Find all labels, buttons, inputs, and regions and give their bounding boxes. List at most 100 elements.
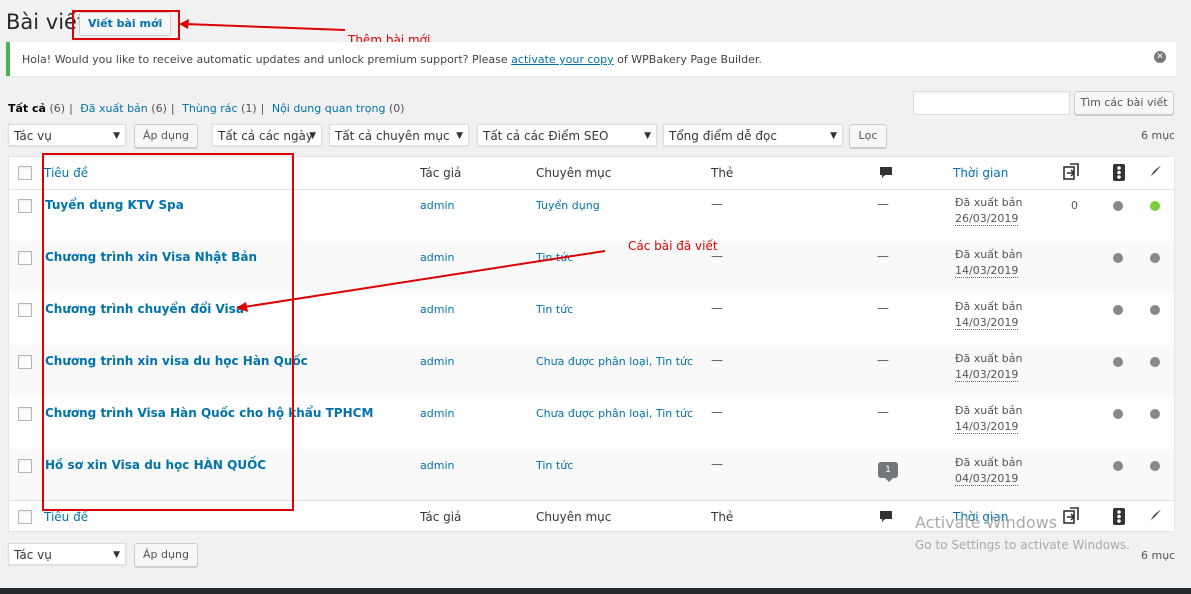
post-status: Đã xuất bản: [955, 300, 1023, 313]
post-categories-link[interactable]: Tin tức: [536, 459, 573, 472]
row-checkbox[interactable]: [18, 251, 32, 265]
filter-cornerstone-link[interactable]: Nội dung quan trọng: [272, 102, 386, 115]
filter-cornerstone-count: (0): [388, 102, 405, 115]
post-date: Đã xuất bản 14/03/2019: [955, 299, 1023, 331]
column-categories-header: Chuyên mục: [536, 166, 612, 180]
post-tags: —: [711, 301, 723, 315]
row-checkbox[interactable]: [18, 303, 32, 317]
chevron-down-icon: ▼: [830, 131, 837, 141]
column-tags-footer: Thẻ: [711, 510, 734, 524]
seo-score-dot: [1113, 201, 1123, 211]
post-author-link[interactable]: admin: [420, 407, 454, 420]
post-date: Đã xuất bản 26/03/2019: [955, 195, 1023, 227]
internal-links-icon: [1063, 507, 1079, 524]
select-all-checkbox-bottom[interactable]: [18, 510, 32, 524]
column-categories-footer: Chuyên mục: [536, 510, 612, 524]
bulk-action-select-bottom[interactable]: Tác vụ ▼: [8, 543, 126, 565]
row-checkbox[interactable]: [18, 355, 32, 369]
seo-filter-select[interactable]: Tất cả các Điểm SEO ▼: [477, 124, 657, 146]
bulk-action-select-top[interactable]: Tác vụ ▼: [8, 124, 126, 146]
comment-count-bubble[interactable]: 1: [878, 462, 898, 482]
seo-score-dot: [1113, 305, 1123, 315]
post-author-link[interactable]: admin: [420, 355, 454, 368]
post-status: Đã xuất bản: [955, 352, 1023, 365]
annotation-add-new-box: [72, 10, 180, 40]
post-categories-link[interactable]: Chưa được phân loại, Tin tức: [536, 407, 693, 420]
category-filter-select[interactable]: Tất cả chuyên mục ▼: [329, 124, 469, 146]
apply-button-bottom[interactable]: Áp dụng: [134, 543, 198, 567]
post-date-value: 14/03/2019: [955, 264, 1019, 278]
dismiss-notice-icon[interactable]: ✕: [1154, 51, 1166, 63]
post-status: Đã xuất bản: [955, 248, 1023, 261]
taskbar-strip: [0, 588, 1191, 594]
seo-traffic-light-icon: [1113, 164, 1125, 181]
bulk-action-value-bottom: Tác vụ: [14, 548, 52, 562]
post-status: Đã xuất bản: [955, 404, 1023, 417]
notice-text: Hola! Would you like to receive automati…: [22, 53, 762, 66]
seo-score-dot: [1113, 461, 1123, 471]
apply-button-top[interactable]: Áp dụng: [134, 124, 198, 148]
filter-trash-link[interactable]: Thùng rác: [182, 102, 237, 115]
chevron-down-icon: ▼: [113, 131, 120, 141]
post-categories-link[interactable]: Tuyển dụng: [536, 199, 600, 212]
chevron-down-icon: ▼: [644, 131, 651, 141]
row-checkbox[interactable]: [18, 407, 32, 421]
activate-copy-link[interactable]: activate your copy: [511, 53, 614, 66]
row-checkbox[interactable]: [18, 199, 32, 213]
readability-filter-value: Tổng điểm dễ đọc: [669, 129, 777, 143]
column-title-footer[interactable]: Tiêu đề: [44, 510, 88, 524]
post-author-link[interactable]: admin: [420, 199, 454, 212]
filter-button[interactable]: Lọc: [849, 124, 887, 148]
date-filter-select[interactable]: Tất cả các ngày ▼: [212, 124, 322, 146]
post-categories-link[interactable]: Chưa được phân loại, Tin tức: [536, 355, 693, 368]
date-filter-value: Tất cả các ngày: [218, 129, 314, 143]
select-all-checkbox[interactable]: [18, 166, 32, 180]
readability-filter-select[interactable]: Tổng điểm dễ đọc ▼: [663, 124, 843, 146]
row-checkbox[interactable]: [18, 459, 32, 473]
annotation-posts-box: [42, 153, 294, 511]
post-comments: —: [877, 301, 889, 315]
post-date: Đã xuất bản 14/03/2019: [955, 351, 1023, 383]
annotation-posts-label: Các bài đã viết: [628, 239, 718, 253]
post-comments: —: [877, 197, 889, 211]
post-comments: —: [877, 405, 889, 419]
post-status: Đã xuất bản: [955, 196, 1023, 209]
readability-score-dot: [1150, 201, 1160, 211]
post-author-link[interactable]: admin: [420, 459, 454, 472]
seo-score-dot: [1113, 357, 1123, 367]
status-filter-links: Tất cả (6) | Đã xuất bản (6) | Thùng rác (…: [8, 102, 405, 115]
seo-traffic-light-icon: [1113, 508, 1125, 525]
post-date-value: 14/03/2019: [955, 368, 1019, 382]
comment-bubble-icon[interactable]: [879, 166, 893, 180]
post-date: Đã xuất bản 14/03/2019: [955, 247, 1023, 279]
readability-quill-icon: [1148, 166, 1161, 180]
plugin-update-notice: Hola! Would you like to receive automati…: [6, 42, 1176, 76]
annotation-arrow-add-new: [179, 19, 346, 31]
annotation-arrow-posts: [236, 250, 606, 312]
post-links-count: 0: [1071, 199, 1078, 212]
notice-text-after: of WPBakery Page Builder.: [613, 53, 762, 66]
comment-bubble-icon[interactable]: [879, 510, 893, 524]
seo-filter-value: Tất cả các Điểm SEO: [483, 129, 609, 143]
chevron-down-icon: ▼: [309, 131, 316, 141]
search-posts-button[interactable]: Tìm các bài viết: [1074, 91, 1174, 115]
seo-score-dot: [1113, 409, 1123, 419]
column-date-header[interactable]: Thời gian: [953, 166, 1008, 180]
notice-text-before: Hola! Would you like to receive automati…: [22, 53, 512, 66]
filter-trash-count: (1): [241, 102, 257, 115]
post-tags: —: [711, 197, 723, 211]
chevron-down-icon: ▼: [456, 131, 463, 141]
post-tags: —: [711, 405, 723, 419]
readability-score-dot: [1150, 409, 1160, 419]
readability-score-dot: [1150, 357, 1160, 367]
post-date: Đã xuất bản 14/03/2019: [955, 403, 1023, 435]
filter-published-count: (6): [151, 102, 167, 115]
post-tags: —: [711, 457, 723, 471]
items-count-top: 6 mục: [1141, 129, 1176, 142]
filter-published-link[interactable]: Đã xuất bản: [80, 102, 148, 115]
internal-links-icon: [1063, 163, 1079, 180]
filter-all-link[interactable]: Tất cả: [8, 102, 46, 115]
search-posts-input[interactable]: [913, 91, 1070, 115]
readability-score-dot: [1150, 461, 1160, 471]
post-date-value: 04/03/2019: [955, 472, 1019, 486]
